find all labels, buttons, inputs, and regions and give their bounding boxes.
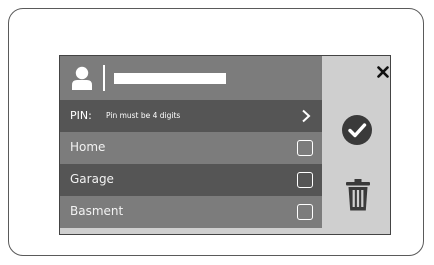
close-icon[interactable] bbox=[377, 66, 389, 78]
zone-label: Home bbox=[70, 140, 106, 154]
action-panel bbox=[322, 56, 390, 234]
trash-icon[interactable] bbox=[344, 178, 372, 212]
zone-checkbox-basement[interactable] bbox=[297, 204, 313, 220]
user-name-field[interactable] bbox=[114, 73, 226, 84]
user-name-row bbox=[60, 56, 322, 100]
pin-hint: Pin must be 4 digits bbox=[106, 111, 181, 120]
zone-row-garage[interactable]: Garage bbox=[60, 164, 322, 196]
zone-label: Garage bbox=[70, 172, 114, 186]
zone-row-basement[interactable]: Basment bbox=[60, 196, 322, 228]
user-avatar-icon bbox=[72, 66, 92, 90]
separator bbox=[103, 65, 105, 91]
device-frame: PIN: Pin must be 4 digits Home Garage Ba… bbox=[8, 8, 424, 256]
zone-row-home[interactable]: Home bbox=[60, 132, 322, 164]
user-edit-panel: PIN: Pin must be 4 digits Home Garage Ba… bbox=[59, 55, 391, 235]
user-form: PIN: Pin must be 4 digits Home Garage Ba… bbox=[60, 56, 322, 234]
pin-label: PIN: bbox=[70, 109, 92, 122]
zone-label: Basment bbox=[70, 204, 124, 218]
zone-checkbox-garage[interactable] bbox=[297, 172, 313, 188]
check-circle-icon[interactable] bbox=[342, 115, 372, 145]
zone-checkbox-home[interactable] bbox=[297, 140, 313, 156]
chevron-right-icon[interactable] bbox=[301, 109, 311, 123]
pin-row[interactable]: PIN: Pin must be 4 digits bbox=[60, 100, 322, 132]
